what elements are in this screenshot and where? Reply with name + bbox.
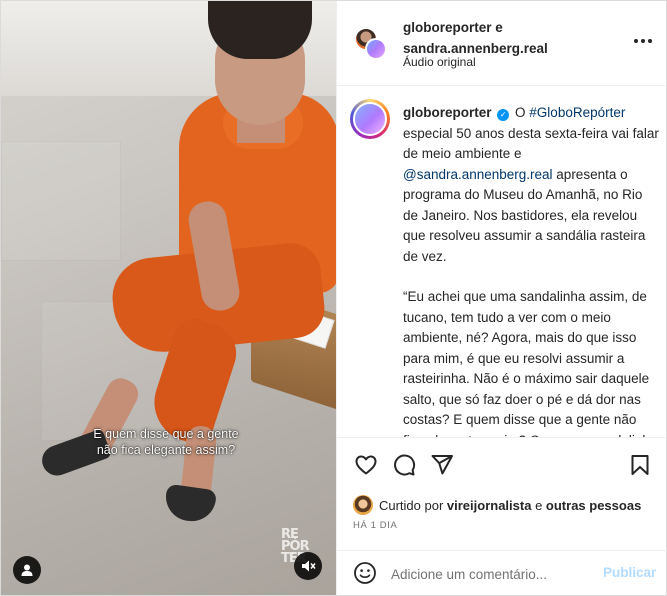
likes-mid: e (531, 497, 546, 513)
sandal (162, 483, 218, 525)
caption-section: globoreporter ✓ O #GloboRepórter especia… (337, 87, 667, 437)
presenter-figure (1, 1, 336, 595)
more-horizontal-icon (633, 39, 638, 43)
share-button[interactable] (429, 452, 455, 478)
more-options-button[interactable] (629, 31, 657, 51)
header-username-line[interactable]: globoreporter e (403, 17, 613, 38)
comment-button[interactable] (391, 452, 417, 478)
avatar (364, 38, 387, 60)
mention-link[interactable]: @sandra.annenberg.real (403, 167, 553, 182)
subtitle-line: não fica elegante assim? (96, 443, 236, 457)
emoji-button[interactable] (353, 561, 379, 587)
bookmark-icon (631, 455, 649, 475)
hashtag-link[interactable]: #GloboRepórter (529, 105, 625, 120)
post-video[interactable]: E quem disse que a gente não fica elegan… (1, 1, 336, 595)
avatar-image (352, 102, 387, 136)
caption-part: O (515, 105, 530, 120)
hair (208, 1, 312, 59)
like-button[interactable] (353, 452, 379, 478)
caption-part: especial 50 anos desta sexta-feira vai f… (402, 125, 659, 162)
person-icon (21, 564, 33, 576)
more-horizontal-icon (647, 39, 652, 43)
post-dialog: E quem disse que a gente não fica elegan… (0, 0, 667, 596)
post-side-panel: globoreporter e sandra.annenberg.real Áu… (335, 1, 667, 596)
collab-usernames[interactable]: globoreporter e sandra.annenberg.real (403, 17, 613, 59)
verified-badge-icon: ✓ (497, 109, 510, 121)
heart-icon (355, 455, 377, 475)
likes-prefix: Curtido por (378, 497, 447, 513)
mute-button[interactable] (294, 552, 322, 580)
collab-avatars[interactable] (354, 28, 387, 60)
liker-avatar[interactable] (352, 495, 373, 515)
others-likes-link[interactable]: outras pessoas (546, 498, 641, 513)
caption-username[interactable]: globoreporter (403, 105, 492, 120)
video-subtitle: E quem disse que a gente não fica elegan… (61, 426, 271, 458)
publish-button[interactable]: Publicar (603, 565, 656, 580)
post-header: globoreporter e sandra.annenberg.real Áu… (336, 1, 667, 86)
likes-summary: Curtido por vireijornalista e outras pes… (352, 495, 663, 515)
comment-icon (394, 454, 416, 476)
author-avatar[interactable] (349, 99, 390, 139)
speaker-muted-icon (302, 560, 316, 572)
audio-label[interactable]: Áudio original (403, 55, 476, 69)
subtitle-line: E quem disse que a gente (93, 427, 239, 441)
liker-username[interactable]: vireijornalista (447, 498, 532, 513)
actions-section: Curtido por vireijornalista e outras pes… (336, 437, 667, 596)
emoji-icon (354, 562, 376, 584)
send-icon (431, 455, 453, 475)
save-button[interactable] (627, 452, 653, 478)
caption-text: globoreporter ✓ O #GloboRepórter especia… (403, 103, 661, 437)
post-timestamp[interactable]: HÁ 1 DIA (353, 520, 397, 531)
more-horizontal-icon (640, 39, 645, 43)
comment-input[interactable] (390, 563, 591, 585)
likes-text: Curtido por vireijornalista e outras pes… (379, 498, 641, 513)
caption-quote: “Eu achei que uma sandalinha assim, de t… (402, 289, 657, 437)
tagged-users-button[interactable] (13, 556, 41, 584)
comment-composer: Publicar (336, 550, 667, 596)
